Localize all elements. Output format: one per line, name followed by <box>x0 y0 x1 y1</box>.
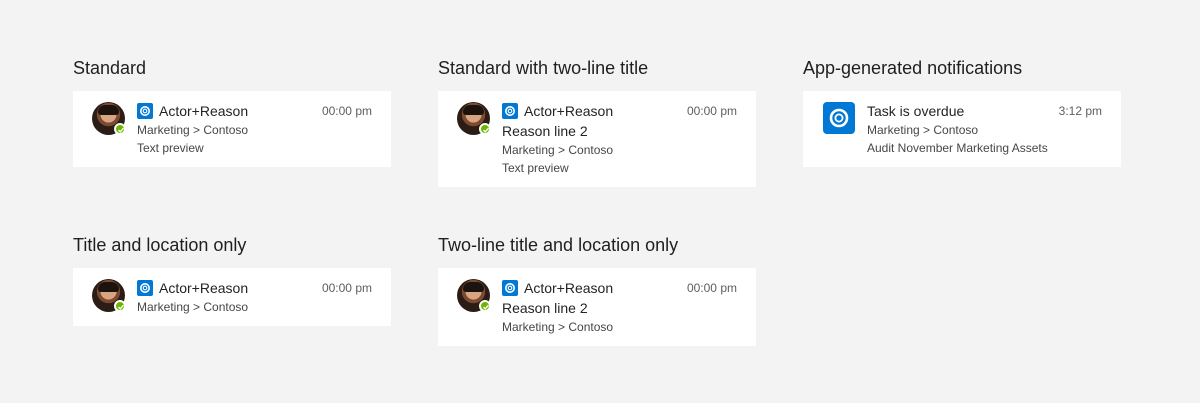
app-ring-icon <box>502 280 518 296</box>
section-title-location-only: Title and location only Actor+Reason 00:… <box>73 234 391 326</box>
notification-time: 3:12 pm <box>1058 104 1102 118</box>
app-ring-icon <box>823 102 855 134</box>
presence-available-icon <box>479 300 491 312</box>
section-title: Title and location only <box>73 235 247 255</box>
section-title: App-generated notifications <box>803 58 1023 78</box>
section-title: Two-line title and location only <box>438 235 679 255</box>
notification-reason-line-2: Reason line 2 <box>502 300 588 316</box>
notification-preview: Audit November Marketing Assets <box>867 141 1048 155</box>
notification-card[interactable]: Actor+Reason 00:00 pm Reason line 2 Mark… <box>438 268 756 346</box>
app-ring-icon <box>502 103 518 119</box>
app-ring-icon <box>137 103 153 119</box>
notification-location: Marketing > Contoso <box>502 143 614 157</box>
notification-card[interactable]: Task is overdue 3:12 pm Marketing > Cont… <box>803 91 1121 167</box>
notification-card[interactable]: Actor+Reason 00:00 pm Reason line 2 Mark… <box>438 91 756 187</box>
notification-card[interactable]: Actor+Reason 00:00 pm Marketing > Contos… <box>73 268 391 326</box>
notification-location: Marketing > Contoso <box>137 123 249 137</box>
notification-time: 00:00 pm <box>321 104 372 118</box>
section-two-line-location-only: Two-line title and location only Actor+R… <box>438 234 756 346</box>
notification-location: Marketing > Contoso <box>867 123 979 137</box>
section-standard-two-line: Standard with two-line title Actor+Reaso… <box>438 57 756 187</box>
app-ring-icon <box>137 280 153 296</box>
section-app-generated: App-generated notifications Task is over… <box>803 57 1121 167</box>
notification-time: 00:00 pm <box>321 281 372 295</box>
notification-location: Marketing > Contoso <box>502 320 614 334</box>
notification-time: 00:00 pm <box>686 104 737 118</box>
notification-location: Marketing > Contoso <box>137 300 249 314</box>
presence-available-icon <box>114 300 126 312</box>
section-title: Standard with two-line title <box>438 58 649 78</box>
notification-card[interactable]: Actor+Reason 00:00 pm Marketing > Contos… <box>73 91 391 167</box>
presence-available-icon <box>479 123 491 135</box>
presence-available-icon <box>114 123 126 135</box>
notification-preview: Text preview <box>502 161 569 175</box>
section-title: Standard <box>73 58 147 78</box>
notification-preview: Text preview <box>137 141 204 155</box>
section-standard: Standard Actor+Reason 00:00 pm Marketing… <box>73 57 391 167</box>
notification-time: 00:00 pm <box>686 281 737 295</box>
notification-reason-line-2: Reason line 2 <box>502 123 588 139</box>
